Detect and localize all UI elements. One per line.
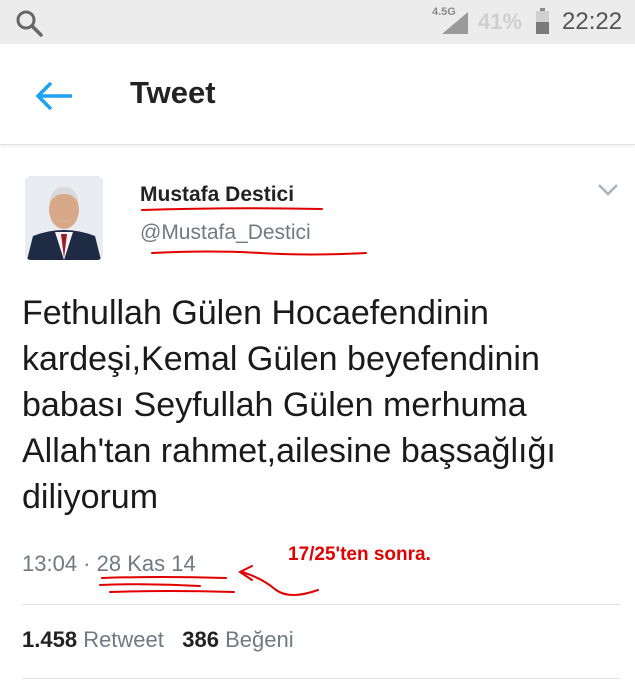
handle-underline bbox=[151, 250, 367, 256]
retweet-label: Retweet bbox=[83, 627, 164, 652]
search-icon[interactable] bbox=[14, 8, 44, 38]
like-count: 386 bbox=[182, 627, 219, 652]
tweet-text: Fethullah Gülen Hocaefendinin kardeşi,Ke… bbox=[22, 294, 556, 516]
status-bar: 4.5G 41% 22:22 bbox=[0, 0, 635, 44]
divider bbox=[22, 678, 620, 679]
name-underline bbox=[141, 207, 323, 211]
back-arrow-icon[interactable] bbox=[34, 80, 74, 112]
like-label: Beğeni bbox=[225, 627, 294, 652]
status-time: 22:22 bbox=[562, 8, 623, 35]
author-handle[interactable]: @Mustafa_Destici bbox=[140, 221, 311, 245]
date-underline-1 bbox=[101, 576, 227, 579]
chevron-down-icon[interactable] bbox=[597, 183, 619, 197]
annotation-arrow-line bbox=[241, 571, 319, 596]
timestamp-separator: · bbox=[77, 551, 97, 576]
avatar-image bbox=[25, 176, 103, 260]
retweet-stat[interactable]: 1.458 Retweet bbox=[22, 627, 164, 652]
signal-icon bbox=[442, 12, 468, 34]
date-underline-2 bbox=[99, 583, 201, 587]
tweet-timestamp: 13:04 · 28 Kas 14 bbox=[22, 551, 196, 577]
app-bar: Tweet bbox=[0, 44, 635, 145]
tweet-stats: 1.458 Retweet 386 Beğeni bbox=[22, 627, 294, 653]
like-stat[interactable]: 386 Beğeni bbox=[182, 627, 293, 652]
tweet-time: 13:04 bbox=[22, 551, 78, 576]
annotation-note: 17/25'ten sonra. bbox=[288, 544, 431, 565]
author-name[interactable]: Mustafa Destici bbox=[140, 183, 294, 207]
tweet-date: 28 Kas 14 bbox=[96, 551, 196, 576]
date-underline-3 bbox=[109, 590, 235, 593]
retweet-count: 1.458 bbox=[22, 627, 78, 652]
battery-percent: 41% bbox=[478, 9, 523, 34]
battery-icon bbox=[536, 8, 549, 34]
avatar[interactable] bbox=[25, 176, 103, 260]
page-title: Tweet bbox=[130, 75, 216, 110]
divider bbox=[22, 604, 620, 605]
annotation-arrow-head bbox=[238, 565, 253, 581]
